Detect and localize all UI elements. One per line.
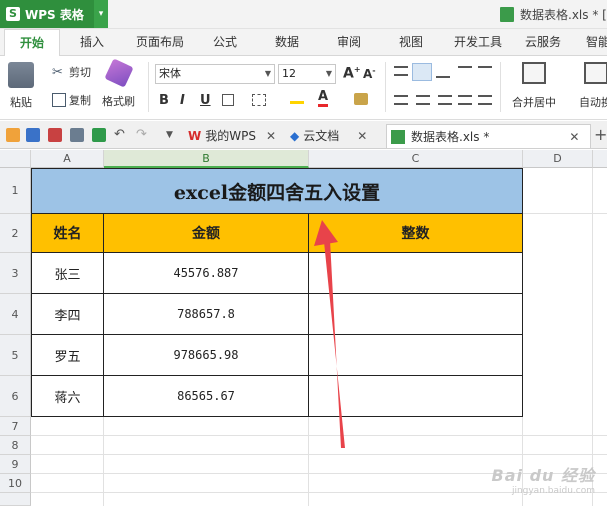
save-icon[interactable] xyxy=(26,128,40,142)
watermark-brand: Bai du 经验 xyxy=(491,466,595,485)
auto-wrap-button[interactable]: 自动换 xyxy=(579,62,607,110)
cube-icon: ◆ xyxy=(290,129,300,143)
copy-icon xyxy=(52,93,66,107)
app-name: WPS 表格 xyxy=(25,7,84,22)
font-name-value: 宋体 xyxy=(159,67,181,80)
print-preview-icon[interactable] xyxy=(92,128,106,142)
menu-bar: 开始 插入 页面布局 公式 数据 审阅 视图 开发工具 云服务 智能 xyxy=(0,29,607,57)
underline-button[interactable]: U xyxy=(200,93,211,108)
ribbon-divider xyxy=(385,62,386,112)
tab-cloud-docs[interactable]: ◆ 云文档 ✕ xyxy=(290,124,367,148)
arrow-shaft xyxy=(322,222,345,448)
close-icon[interactable]: ✕ xyxy=(357,124,367,148)
open-folder-icon[interactable] xyxy=(6,128,20,142)
tab-active-document[interactable]: 数据表格.xls * ✕ xyxy=(386,124,591,148)
tab-home[interactable]: 开始 xyxy=(4,29,60,57)
paste-button[interactable]: 粘贴 xyxy=(8,62,34,110)
tab-cloud-docs-label: 云文档 xyxy=(303,129,340,143)
tab-smart[interactable]: 智能 xyxy=(578,29,607,56)
watermark-url: jingyan.baidu.com xyxy=(511,486,595,496)
format-painter-button[interactable]: 格式刷 xyxy=(102,58,135,109)
indent-icon[interactable] xyxy=(478,66,492,76)
ribbon-divider xyxy=(148,62,149,112)
increase-font-icon[interactable]: A+ xyxy=(343,65,361,82)
copy-label: 复制 xyxy=(69,94,91,107)
auto-wrap-label: 自动换 xyxy=(579,96,607,109)
merge-center-button[interactable]: 合并居中 xyxy=(512,62,556,110)
format-painter-label: 格式刷 xyxy=(102,95,135,108)
spreadsheet-icon xyxy=(500,7,514,22)
tab-my-wps[interactable]: W 我的WPS ✕ xyxy=(188,124,276,148)
tab-review[interactable]: 审阅 xyxy=(324,29,374,56)
app-menu-dropdown[interactable]: ▾ xyxy=(94,0,108,28)
cut-label: 剪切 xyxy=(69,66,91,79)
close-icon[interactable]: ✕ xyxy=(266,124,276,148)
bold-button[interactable]: B xyxy=(159,93,169,108)
align-left-icon[interactable] xyxy=(394,95,408,105)
arrow-head xyxy=(314,220,338,246)
watermark: Bai du 经验 jingyan.baidu.com xyxy=(492,462,595,496)
document-title: 数据表格.xls * [ xyxy=(520,8,607,22)
align-bottom-icon[interactable] xyxy=(436,68,450,78)
wps-logo-icon: W xyxy=(188,129,202,143)
fill-pattern-icon[interactable] xyxy=(252,94,266,106)
scissors-icon: ✂ xyxy=(52,65,63,80)
tab-cloud[interactable]: 云服务 xyxy=(518,29,568,56)
font-name-select[interactable]: 宋体 ▼ xyxy=(155,64,275,84)
align-middle-icon[interactable] xyxy=(412,63,432,81)
decrease-font-icon[interactable]: A- xyxy=(363,66,376,81)
font-size-value: 12 xyxy=(282,67,296,80)
clear-format-icon[interactable] xyxy=(354,93,368,105)
annotation-arrow xyxy=(314,220,345,448)
close-icon[interactable]: ✕ xyxy=(569,125,579,149)
chevron-down-icon[interactable]: ▼ xyxy=(166,128,180,142)
window-title: 数据表格.xls * [ xyxy=(500,6,607,23)
orientation-icon[interactable] xyxy=(458,66,472,76)
tab-insert[interactable]: 插入 xyxy=(66,29,118,56)
tab-active-document-label: 数据表格.xls * xyxy=(411,129,490,144)
merge-cells-icon xyxy=(522,62,546,84)
undo-icon[interactable]: ↶ xyxy=(114,128,128,142)
chevron-down-icon: ▼ xyxy=(325,69,332,78)
wps-app-menu-button[interactable]: S WPS 表格 xyxy=(0,0,94,28)
clipboard-icon xyxy=(8,62,34,88)
tab-formulas[interactable]: 公式 xyxy=(200,29,250,56)
align-center-icon[interactable] xyxy=(416,95,430,105)
justify-icon[interactable] xyxy=(458,95,472,105)
italic-button[interactable]: I xyxy=(180,93,185,108)
redo-icon[interactable]: ↷ xyxy=(136,128,150,142)
export-pdf-icon[interactable] xyxy=(48,128,62,142)
chevron-down-icon: ▼ xyxy=(264,69,271,78)
distribute-icon[interactable] xyxy=(478,95,492,105)
paste-label: 粘贴 xyxy=(10,96,32,109)
cut-button[interactable]: ✂ 剪切 xyxy=(52,64,91,80)
align-right-icon[interactable] xyxy=(438,95,452,105)
align-top-icon[interactable] xyxy=(394,66,408,76)
document-tabs-bar: ↶ ↷ ▼ W 我的WPS ✕ ◆ 云文档 ✕ 数据表格.xls * ✕ + xyxy=(0,121,607,149)
brush-icon xyxy=(103,58,134,88)
title-bar: S WPS 表格 ▾ 数据表格.xls * [ xyxy=(0,0,607,29)
tab-my-wps-label: 我的WPS xyxy=(205,129,256,143)
print-icon[interactable] xyxy=(70,128,84,142)
ribbon: 粘贴 ✂ 剪切 复制 格式刷 宋体 ▼ 12 ▼ A+ A- B I U A 合并居… xyxy=(0,56,607,120)
tab-data[interactable]: 数据 xyxy=(262,29,312,56)
fill-color-icon[interactable] xyxy=(290,92,304,104)
tab-developer[interactable]: 开发工具 xyxy=(446,29,510,56)
wps-logo-icon: S xyxy=(6,7,20,21)
copy-button[interactable]: 复制 xyxy=(52,92,91,108)
spreadsheet-icon xyxy=(391,129,405,144)
ribbon-divider xyxy=(500,62,501,112)
wrap-text-icon xyxy=(583,62,607,84)
border-icon[interactable] xyxy=(222,94,234,106)
spreadsheet-grid[interactable]: A B C D 1 2 3 4 5 6 7 8 9 10 excel金额四舍五入… xyxy=(0,150,607,506)
merge-center-label: 合并居中 xyxy=(512,96,556,109)
tab-view[interactable]: 视图 xyxy=(386,29,436,56)
tab-page-layout[interactable]: 页面布局 xyxy=(128,29,192,56)
font-color-icon[interactable]: A xyxy=(318,90,329,107)
new-tab-plus-icon[interactable]: + xyxy=(594,125,607,144)
font-size-select[interactable]: 12 ▼ xyxy=(278,64,336,84)
